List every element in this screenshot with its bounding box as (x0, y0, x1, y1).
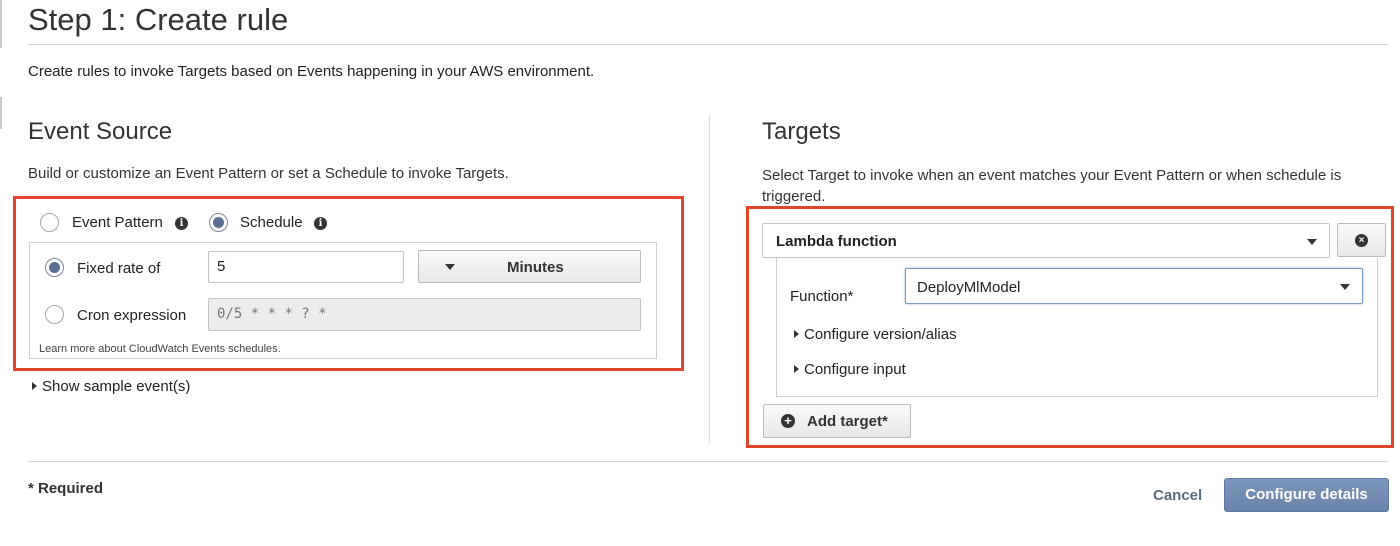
configure-details-button[interactable]: Configure details (1224, 478, 1389, 512)
schedule-radio[interactable] (209, 213, 228, 232)
chevron-down-icon (445, 264, 455, 270)
close-circle-icon: × (1355, 234, 1368, 247)
cancel-button[interactable]: Cancel (1153, 487, 1202, 504)
targets-subtitle: Select Target to invoke when an event ma… (762, 167, 1342, 205)
column-divider (709, 115, 710, 443)
page-title: Step 1: Create rule (28, 2, 289, 37)
function-select[interactable]: DeployMlModel (905, 268, 1363, 304)
required-note: * Required (28, 480, 104, 497)
left-edge-marker-2 (0, 97, 2, 129)
target-type-value: Lambda function (776, 233, 897, 250)
show-sample-event-toggle[interactable]: Show sample event(s) (42, 378, 190, 395)
chevron-right-icon (794, 365, 799, 373)
rate-unit-dropdown[interactable]: Minutes (418, 250, 641, 283)
rate-unit-label: Minutes (507, 259, 564, 276)
footer-divider (28, 461, 1388, 462)
configure-version-toggle[interactable]: Configure version/alias (804, 326, 957, 343)
chevron-down-icon (1340, 284, 1350, 290)
chevron-down-icon (1307, 239, 1317, 245)
cron-input[interactable]: 0/5 * * * ? * (208, 298, 641, 331)
fixed-rate-label: Fixed rate of (77, 260, 161, 277)
info-icon[interactable]: i (175, 217, 188, 230)
function-value: DeployMlModel (917, 279, 1021, 296)
targets-heading: Targets (762, 118, 841, 145)
chevron-right-icon (794, 330, 799, 338)
chevron-right-icon (32, 382, 37, 390)
function-label: Function* (790, 288, 854, 305)
learn-more-link[interactable]: Learn more about CloudWatch Events sched… (39, 343, 281, 355)
plus-circle-icon: + (781, 414, 795, 428)
cron-label: Cron expression (77, 307, 187, 324)
fixed-rate-radio[interactable] (45, 258, 64, 277)
info-icon[interactable]: i (314, 217, 327, 230)
event-source-heading: Event Source (28, 118, 173, 145)
remove-target-button[interactable]: × (1337, 223, 1386, 257)
fixed-rate-input[interactable]: 5 (208, 251, 404, 283)
configure-input-toggle[interactable]: Configure input (804, 361, 906, 378)
left-edge-marker (0, 0, 2, 48)
title-divider (28, 44, 1388, 45)
cron-radio[interactable] (45, 305, 64, 324)
event-pattern-radio[interactable] (40, 213, 59, 232)
target-type-select[interactable]: Lambda function (762, 223, 1330, 258)
page-description: Create rules to invoke Targets based on … (28, 63, 595, 80)
schedule-label: Schedule (240, 214, 303, 231)
add-target-label: Add target* (807, 413, 888, 430)
event-source-subtitle: Build or customize an Event Pattern or s… (28, 165, 509, 182)
event-pattern-label: Event Pattern (72, 214, 163, 231)
add-target-button[interactable]: + Add target* (763, 404, 911, 438)
